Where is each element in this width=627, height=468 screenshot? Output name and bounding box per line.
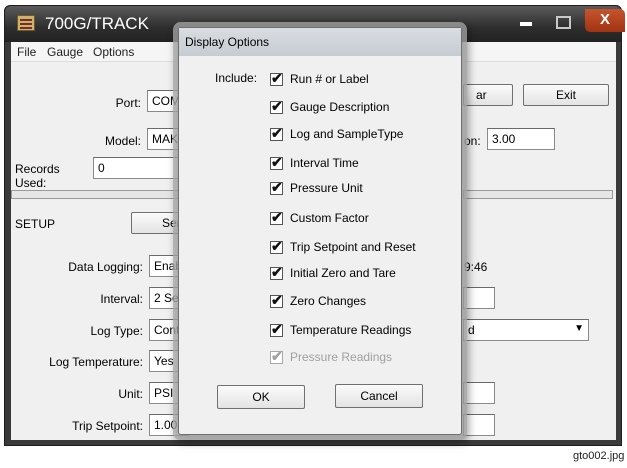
checkmark-icon: ✔ xyxy=(271,292,283,308)
option-checkbox[interactable]: ✔ xyxy=(270,179,283,195)
menu-gauge[interactable]: Gauge xyxy=(47,45,83,59)
option-label: Run # or Label xyxy=(290,72,369,86)
checkmark-icon: ✔ xyxy=(271,264,283,280)
right-select-value: d xyxy=(468,323,475,337)
checkmark-icon: ✔ xyxy=(271,348,283,364)
option-label: Zero Changes xyxy=(290,294,367,308)
minimize-button[interactable] xyxy=(509,10,543,32)
progress-bar-left xyxy=(11,190,187,199)
option-checkbox[interactable]: ✔ xyxy=(270,209,283,225)
option-checkbox[interactable]: ✔ xyxy=(270,264,283,280)
option-checkbox[interactable]: ✔ xyxy=(270,98,283,114)
right-field-2[interactable] xyxy=(463,382,495,404)
maximize-button[interactable] xyxy=(545,10,579,32)
option-label: Temperature Readings xyxy=(290,323,412,337)
option-label: Initial Zero and Tare xyxy=(290,266,396,280)
dialog-title: Display Options xyxy=(185,35,270,49)
checkmark-icon: ✔ xyxy=(271,154,283,170)
option-label: Trip Setpoint and Reset xyxy=(290,240,416,254)
setup-label: SETUP xyxy=(15,217,56,231)
option-checkbox[interactable]: ✔ xyxy=(270,125,283,141)
option-label: Pressure Readings xyxy=(290,350,393,364)
checkmark-icon: ✔ xyxy=(271,98,283,114)
records-label: Records Used: xyxy=(15,162,60,190)
progress-bar-right xyxy=(463,190,613,199)
exit-button[interactable]: Exit xyxy=(523,84,609,106)
ok-button[interactable]: OK xyxy=(217,385,305,409)
checkmark-icon: ✔ xyxy=(271,209,283,225)
right-field-3[interactable] xyxy=(463,414,495,436)
model-label: Model: xyxy=(104,134,141,148)
checkmark-icon: ✔ xyxy=(271,238,283,254)
menu-options[interactable]: Options xyxy=(93,45,134,59)
log-temperature-label: Log Temperature: xyxy=(49,355,143,369)
display-options-dialog: Display Options Include: ✔ Run # or Label… xyxy=(178,27,462,435)
right-field-1[interactable] xyxy=(463,287,495,309)
records-field: 0 xyxy=(93,157,187,179)
option-label: Pressure Unit xyxy=(290,181,363,195)
option-checkbox[interactable]: ✔ xyxy=(270,292,283,308)
checkmark-icon: ✔ xyxy=(271,125,283,141)
version-field: 3.00 xyxy=(487,128,555,150)
app-icon xyxy=(17,15,35,31)
window-title: 700G/TRACK xyxy=(45,14,149,33)
menu-file[interactable]: File xyxy=(17,45,36,59)
unit-label: Unit: xyxy=(118,387,143,401)
data-logging-label: Data Logging: xyxy=(68,260,143,274)
trip-setpoint-label: Trip Setpoint: xyxy=(72,419,143,433)
checkmark-icon: ✔ xyxy=(271,321,283,337)
interval-label: Interval: xyxy=(100,292,143,306)
option-label: Log and SampleType xyxy=(290,127,404,141)
time-fragment: 9:46 xyxy=(464,260,488,274)
option-label: Gauge Description xyxy=(290,100,390,114)
log-type-label: Log Type: xyxy=(90,324,144,338)
version-label: on: xyxy=(464,134,481,148)
option-checkbox[interactable]: ✔ xyxy=(270,321,283,337)
checkmark-icon: ✔ xyxy=(271,179,283,195)
dialog-title-bar[interactable]: Display Options xyxy=(179,28,461,56)
option-checkbox[interactable]: ✔ xyxy=(270,238,283,254)
option-label: Interval Time xyxy=(290,156,359,170)
port-label: Port: xyxy=(115,96,141,110)
chevron-down-icon[interactable]: ▼ xyxy=(574,323,584,334)
option-checkbox: ✔ xyxy=(270,348,283,364)
include-label: Include: xyxy=(215,71,258,85)
cancel-button[interactable]: Cancel xyxy=(335,384,423,408)
option-checkbox[interactable]: ✔ xyxy=(270,70,283,86)
right-select[interactable]: d ▼ xyxy=(463,319,589,341)
clear-button[interactable]: ar xyxy=(463,84,513,106)
option-label: Custom Factor xyxy=(290,211,369,225)
filename-caption: gto002.jpg xyxy=(573,450,625,462)
option-checkbox[interactable]: ✔ xyxy=(270,154,283,170)
checkmark-icon: ✔ xyxy=(271,70,283,86)
close-button[interactable]: X xyxy=(585,9,625,32)
